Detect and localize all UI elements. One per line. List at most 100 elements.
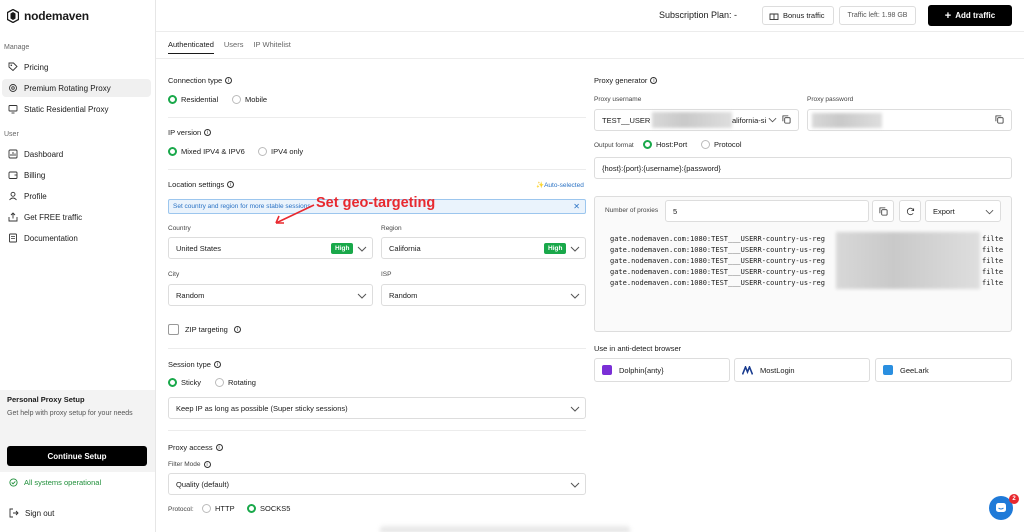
sidebar-item-profile[interactable]: Profile [2,187,151,205]
redacted-blur [836,232,980,289]
proxy-line: gate.nodemaven.com:1080:TEST___USERR-cou… [610,268,825,276]
proxy-setup-card: Personal Proxy Setup Get help with proxy… [0,390,155,472]
status-text: All systems operational [24,478,102,487]
top-bar: Subscription Plan: - Bonus traffic Traff… [156,0,1024,32]
radio-rotating[interactable]: Rotating [215,378,256,387]
connection-type-label: Connection type [168,76,223,85]
mostlogin-button[interactable]: MostLogin [734,358,870,382]
radio-label: Protocol [714,140,742,149]
sidebar-item-billing[interactable]: Billing [2,166,151,184]
radio-host-port[interactable]: Host:Port [643,140,687,149]
brand-name: nodemaven [24,9,89,23]
ip-version-label: IP version [168,128,202,137]
proxy-line: gate.nodemaven.com:1080:TEST___USERR-cou… [610,235,825,243]
city-select[interactable]: Random [168,284,373,306]
isp-select[interactable]: Random [381,284,586,306]
radio-indicator [168,147,177,156]
plus-icon: + [944,9,952,22]
city-label: City [168,271,180,278]
export-label: Export [933,206,955,216]
info-icon: i [215,444,223,451]
proxy-line: gate.nodemaven.com:1080:TEST___USERR-cou… [610,246,825,254]
radio-sticky[interactable]: Sticky [168,378,201,387]
checkbox-box [168,324,179,335]
sidebar-item-dashboard[interactable]: Dashboard [2,145,151,163]
gear-icon [9,84,17,92]
filter-mode-select[interactable]: Quality (default) [168,473,586,495]
geelark-button[interactable]: GeeLark [875,358,1012,382]
chevron-down-icon [357,246,367,252]
dolphin-anty-button[interactable]: Dolphin{anty} [594,358,730,382]
username-prefix: TEST__USER [602,115,651,125]
zip-targeting-checkbox[interactable]: ZIP targeting i [168,324,241,335]
bonus-traffic-label: Bonus traffic [783,11,825,20]
output-format-label: Output format [594,142,634,149]
sign-out-label: Sign out [25,508,55,518]
sidebar-item-get-free-traffic[interactable]: Get FREE traffic [2,208,151,226]
radio-label: Mobile [245,95,268,104]
radio-label: Rotating [228,378,256,387]
number-of-proxies-input[interactable]: 5 [665,200,869,222]
close-icon[interactable]: ✕ [573,202,580,211]
proxy-auth-tabs: Authenticated Users IP Whitelist [168,34,291,58]
continue-setup-button[interactable]: Continue Setup [7,446,147,466]
copy-icon[interactable] [782,115,791,124]
chevron-down-icon[interactable] [768,117,777,123]
proxy-line: gate.nodemaven.com:1080:TEST___USERR-cou… [610,257,825,265]
radio-residential[interactable]: Residential [168,95,218,104]
radio-ipv4-only[interactable]: IPV4 only [258,147,303,156]
sidebar-item-label: Premium Rotating Proxy [24,83,111,93]
proxy-line-tail: filte [982,268,1004,276]
proxy-line-tail: filte [982,257,1004,265]
browser-name: MostLogin [760,365,795,375]
radio-mixed-ipv4-ipv6[interactable]: Mixed IPV4 & IPV6 [168,147,245,156]
sidebar-item-label: Profile [24,191,47,201]
chat-icon [996,503,1006,512]
radio-indicator [202,504,211,513]
copy-icon[interactable] [995,115,1004,124]
radio-socks5[interactable]: SOCKS5 [247,504,290,513]
radio-http[interactable]: HTTP [202,504,235,513]
sidebar-item-label: Documentation [24,233,78,243]
bonus-traffic-button[interactable]: Bonus traffic [762,6,834,25]
sidebar-item-label: Billing [24,170,46,180]
subscription-plan-dropdown[interactable]: Subscription Plan: - [659,10,737,20]
radio-protocol[interactable]: Protocol [701,140,742,149]
location-settings-heading: Location settings i [168,180,235,189]
proxy-line-tail: filte [982,235,1004,243]
tab-authenticated[interactable]: Authenticated [168,34,214,54]
number-of-proxies-value: 5 [673,206,678,216]
chevron-down-icon [570,293,580,299]
radio-label: Residential [181,95,219,104]
country-quality-badge: High [331,243,354,254]
sidebar-item-static-residential-proxy[interactable]: Static Residential Proxy [2,100,151,118]
sidebar-item-premium-rotating-proxy[interactable]: Premium Rotating Proxy [2,79,151,97]
auto-selected-text: Auto-selected [544,182,584,189]
tab-users[interactable]: Users [224,34,244,58]
tab-ip-whitelist[interactable]: IP Whitelist [253,34,290,58]
sidebar-item-documentation[interactable]: Documentation [2,229,151,247]
tabs-divider [156,58,1024,59]
radio-indicator [168,378,177,387]
radio-label: IPV4 only [271,147,304,156]
brand-logo[interactable]: nodemaven [7,9,89,23]
share-icon [8,212,18,222]
add-traffic-button[interactable]: + Add traffic [928,5,1012,26]
copy-all-button[interactable] [872,200,894,222]
proxy-generator-heading: Proxy generator i [594,76,658,85]
regenerate-button[interactable] [899,200,921,222]
session-duration-select[interactable]: Keep IP as long as possible (Super stick… [168,397,586,419]
section-divider [168,169,586,170]
geo-targeting-annotation: Set geo-targeting [316,195,436,211]
sign-out-button[interactable]: Sign out [9,508,54,518]
user-section-label: User [4,131,19,138]
region-value: California [389,243,421,253]
output-template-field[interactable]: {host}:{port}:{username}:{password} [594,157,1012,179]
system-status: All systems operational [9,478,101,487]
radio-mobile[interactable]: Mobile [232,95,267,104]
chevron-down-icon [570,246,580,252]
dolphin-icon [602,365,612,375]
number-of-proxies-label: Number of proxies [605,207,659,214]
export-dropdown[interactable]: Export [925,200,1001,222]
sidebar-item-pricing[interactable]: Pricing [2,58,151,76]
